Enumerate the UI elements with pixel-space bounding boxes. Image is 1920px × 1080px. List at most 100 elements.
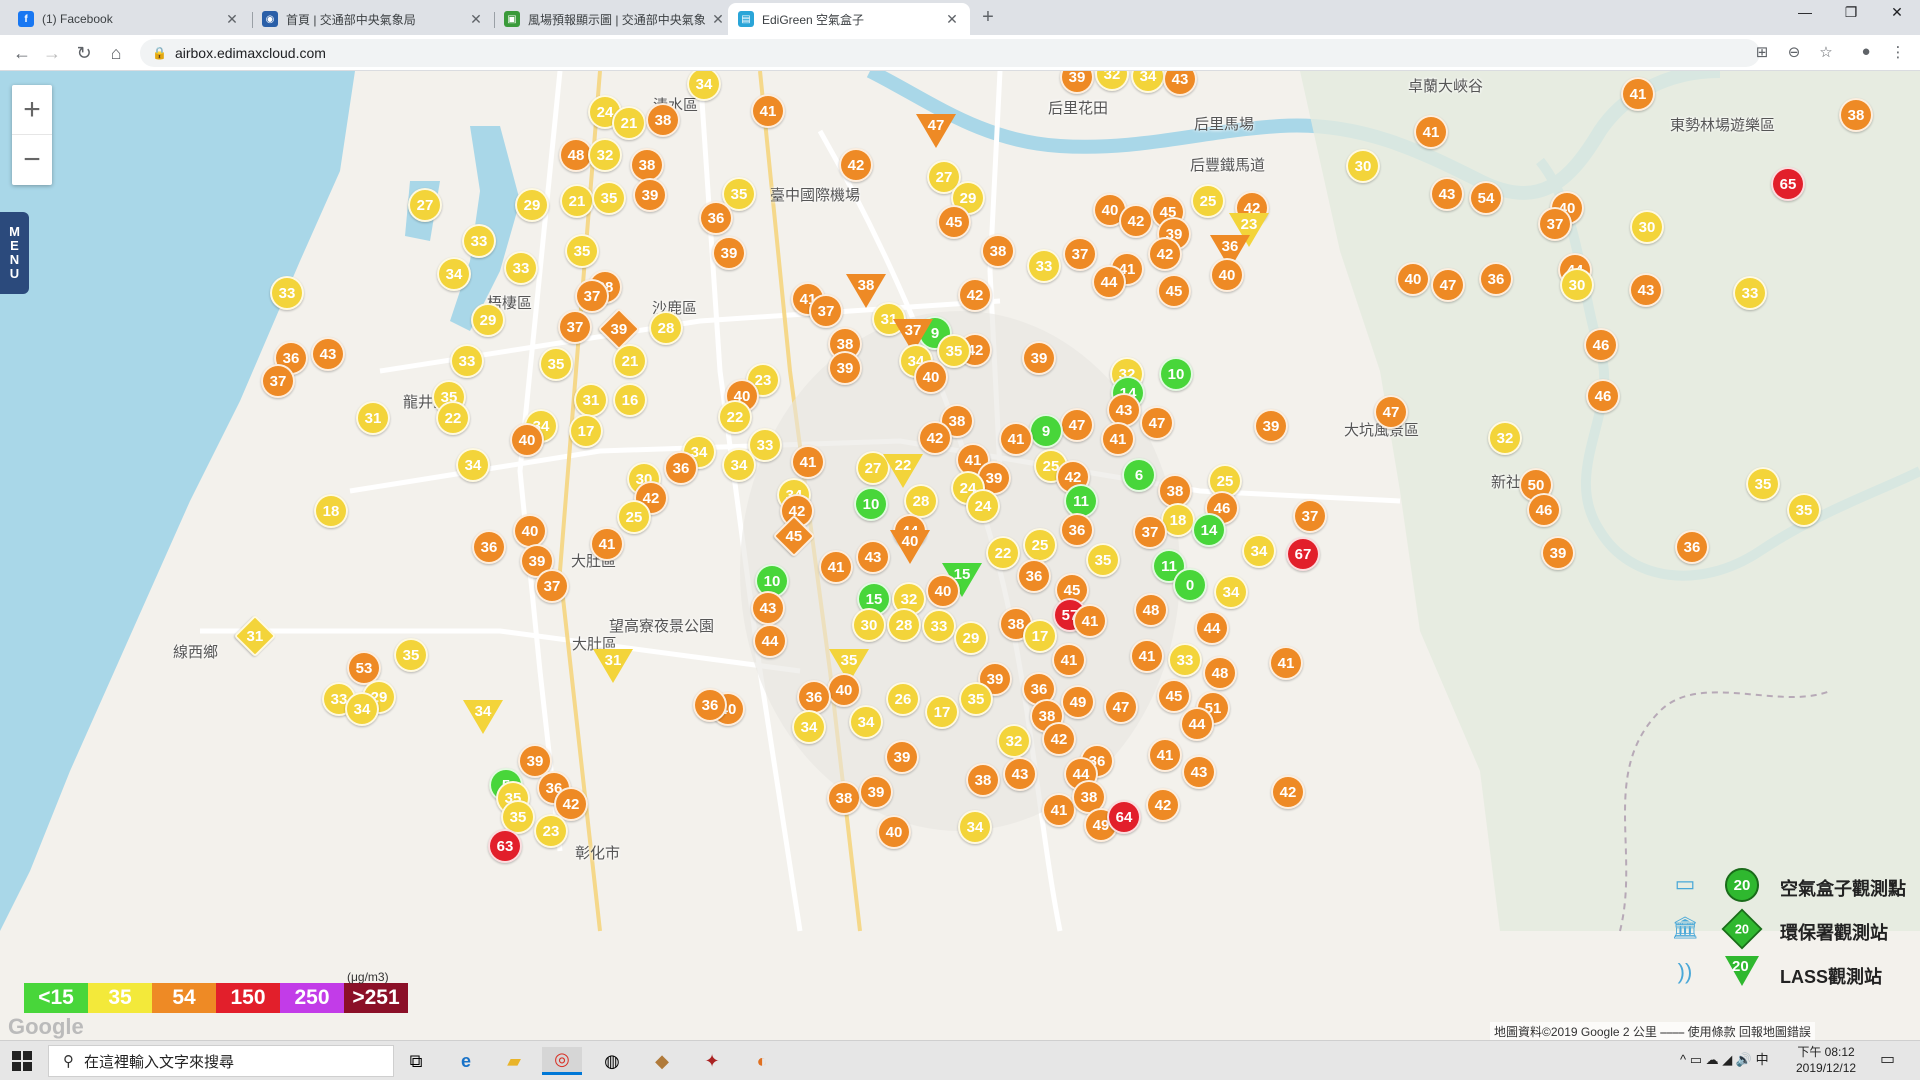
airbox-marker[interactable]: 40 — [513, 514, 547, 548]
airbox-marker[interactable]: 25 — [1191, 184, 1225, 218]
airbox-marker[interactable]: 17 — [925, 695, 959, 729]
airbox-marker[interactable]: 35 — [959, 682, 993, 716]
taskbar-search-box[interactable]: ⚲ 在這裡輸入文字來搜尋 — [48, 1045, 394, 1077]
airbox-marker[interactable]: 33 — [450, 344, 484, 378]
airbox-marker[interactable]: 39 — [828, 351, 862, 385]
airbox-marker[interactable]: 42 — [958, 278, 992, 312]
airbox-marker[interactable]: 34 — [849, 705, 883, 739]
airbox-marker[interactable]: 34 — [792, 710, 826, 744]
app-fox-icon[interactable]: ◆ — [642, 1047, 682, 1075]
close-tab-icon[interactable]: ✕ — [710, 11, 726, 28]
airbox-marker[interactable]: 25 — [617, 500, 651, 534]
blender-icon[interactable]: ◐ — [742, 1047, 782, 1075]
airbox-marker[interactable]: 22 — [986, 536, 1020, 570]
airbox-marker[interactable]: 35 — [1086, 543, 1120, 577]
airbox-marker[interactable]: 42 — [1148, 237, 1182, 271]
airbox-marker[interactable]: 63 — [488, 829, 522, 863]
airbox-marker[interactable]: 38 — [630, 148, 664, 182]
airbox-marker[interactable]: 47 — [1104, 690, 1138, 724]
app-bird-icon[interactable]: ✦ — [692, 1047, 732, 1075]
lass-station-marker[interactable]: 34 — [463, 700, 503, 734]
airbox-marker[interactable]: 29 — [954, 621, 988, 655]
airbox-marker[interactable]: 30 — [1630, 210, 1664, 244]
airbox-marker[interactable]: 35 — [1746, 467, 1780, 501]
airbox-marker[interactable]: 22 — [436, 401, 470, 435]
translate-icon[interactable]: ⊞ — [1752, 43, 1772, 61]
maximize-button[interactable]: ❐ — [1828, 4, 1874, 21]
airbox-marker[interactable]: 36 — [693, 688, 727, 722]
airbox-marker[interactable]: 44 — [753, 624, 787, 658]
airbox-marker[interactable]: 42 — [1146, 788, 1180, 822]
airbox-marker[interactable]: 37 — [809, 294, 843, 328]
airbox-marker[interactable]: 36 — [1017, 559, 1051, 593]
airbox-marker[interactable]: 43 — [856, 540, 890, 574]
airbox-marker[interactable]: 37 — [575, 279, 609, 313]
close-tab-icon[interactable]: ✕ — [224, 11, 240, 28]
airbox-marker[interactable]: 67 — [1286, 537, 1320, 571]
lass-station-marker[interactable]: 22 — [883, 454, 923, 488]
airbox-marker[interactable]: 36 — [1060, 513, 1094, 547]
airbox-marker[interactable]: 35 — [539, 347, 573, 381]
bookmark-star-icon[interactable]: ☆ — [1816, 43, 1836, 61]
airbox-marker[interactable]: 39 — [859, 775, 893, 809]
airbox-marker[interactable]: 30 — [1560, 268, 1594, 302]
airbox-marker[interactable]: 41 — [1269, 646, 1303, 680]
airbox-marker[interactable]: 43 — [1003, 757, 1037, 791]
airbox-marker[interactable]: 26 — [886, 682, 920, 716]
airbox-marker[interactable]: 37 — [1293, 499, 1327, 533]
airbox-marker[interactable]: 35 — [592, 181, 626, 215]
tab-facebook[interactable]: f (1) Facebook ✕ — [8, 3, 250, 35]
air-quality-map[interactable]: 清水區 后里花田 后里馬場 后豐鐵馬道 卓蘭大峽谷 東勢林場遊樂區 梧棲區 沙鹿區 龍井區 大坑風… — [0, 71, 1920, 1040]
back-icon[interactable]: ← — [10, 41, 34, 65]
airbox-marker[interactable]: 41 — [1148, 738, 1182, 772]
zoom-icon[interactable]: ⊖ — [1784, 43, 1804, 61]
airbox-marker[interactable]: 41 — [1130, 639, 1164, 673]
airbox-marker[interactable]: 10 — [854, 487, 888, 521]
airbox-marker[interactable]: 38 — [1839, 98, 1873, 132]
airbox-marker[interactable]: 35 — [394, 638, 428, 672]
airbox-marker[interactable]: 40 — [877, 815, 911, 849]
airbox-marker[interactable]: 33 — [270, 276, 304, 310]
airbox-marker[interactable]: 16 — [613, 383, 647, 417]
lass-station-marker[interactable]: 38 — [846, 274, 886, 308]
airbox-marker[interactable]: 31 — [356, 401, 390, 435]
chrome-icon[interactable]: ◎ — [542, 1047, 582, 1075]
close-window-button[interactable]: ✕ — [1874, 4, 1920, 21]
airbox-marker[interactable]: 40 — [926, 574, 960, 608]
reload-icon[interactable]: ↻ — [72, 41, 96, 65]
airbox-marker[interactable]: 41 — [1042, 793, 1076, 827]
airbox-marker[interactable]: 44 — [1195, 611, 1229, 645]
airbox-marker[interactable]: 40 — [1210, 258, 1244, 292]
airbox-marker[interactable]: 36 — [699, 201, 733, 235]
airbox-marker[interactable]: 40 — [510, 423, 544, 457]
airbox-marker[interactable]: 35 — [937, 334, 971, 368]
airbox-marker[interactable]: 41 — [999, 422, 1033, 456]
notification-icon[interactable]: ▭ — [1880, 1049, 1895, 1069]
task-view-icon[interactable]: ⧉ — [396, 1047, 436, 1075]
airbox-marker[interactable]: 44 — [1092, 265, 1126, 299]
airbox-marker[interactable]: 37 — [558, 310, 592, 344]
airbox-marker[interactable]: 41 — [791, 445, 825, 479]
new-tab-button[interactable]: + — [976, 6, 1000, 29]
airbox-marker[interactable]: 47 — [1060, 408, 1094, 442]
airbox-marker[interactable]: 37 — [1063, 237, 1097, 271]
airbox-marker[interactable]: 17 — [1023, 619, 1057, 653]
airbox-marker[interactable]: 45 — [937, 205, 971, 239]
airbox-marker[interactable]: 6 — [1122, 458, 1156, 492]
airbox-marker[interactable]: 41 — [1073, 604, 1107, 638]
airbox-marker[interactable]: 41 — [751, 94, 785, 128]
home-icon[interactable]: ⌂ — [104, 41, 128, 65]
menu-button[interactable]: MENU — [0, 212, 29, 294]
airbox-marker[interactable]: 40 — [914, 360, 948, 394]
tab-edigreen[interactable]: ▤ EdiGreen 空氣盒子 ✕ — [728, 3, 970, 35]
airbox-marker[interactable]: 31 — [574, 383, 608, 417]
airbox-marker[interactable]: 46 — [1586, 379, 1620, 413]
file-explorer-icon[interactable]: ▰ — [494, 1047, 534, 1075]
airbox-marker[interactable]: 37 — [1133, 515, 1167, 549]
airbox-marker[interactable]: 33 — [504, 251, 538, 285]
airbox-marker[interactable]: 41 — [1052, 643, 1086, 677]
airbox-marker[interactable]: 34 — [1214, 575, 1248, 609]
airbox-marker[interactable]: 42 — [1271, 775, 1305, 809]
airbox-marker[interactable]: 45 — [1157, 679, 1191, 713]
airbox-marker[interactable]: 34 — [345, 692, 379, 726]
